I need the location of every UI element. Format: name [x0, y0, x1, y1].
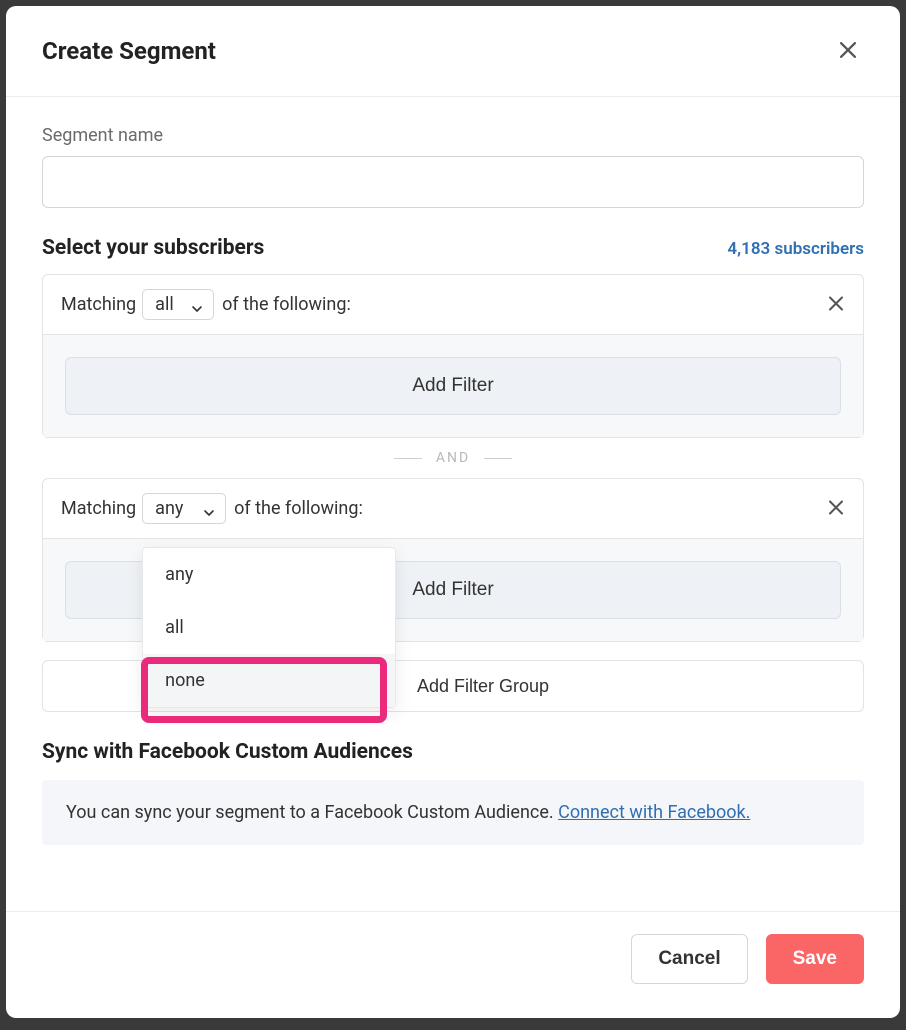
matching-select[interactable]: any — [142, 493, 226, 524]
cancel-button[interactable]: Cancel — [631, 934, 747, 984]
remove-group-icon[interactable] — [825, 493, 847, 524]
matching-select[interactable]: all — [142, 289, 214, 320]
filter-group-header: Matching any any all none of — [43, 479, 863, 538]
subscribers-section-header: Select your subscribers 4,183 subscriber… — [42, 236, 864, 260]
filter-group-header: Matching all of the following: — [43, 275, 863, 334]
divider-line-icon — [484, 458, 512, 459]
filter-group-body: Add Filter — [43, 334, 863, 437]
segment-name-input[interactable] — [42, 156, 864, 208]
modal-title: Create Segment — [42, 37, 216, 65]
create-segment-modal: Create Segment Segment name Select your … — [6, 6, 900, 1018]
matching-dropdown: any all none — [142, 547, 396, 708]
subscribers-count[interactable]: 4,183 subscribers — [727, 239, 864, 259]
segment-name-label: Segment name — [42, 125, 864, 146]
divider-line-icon — [394, 458, 422, 459]
modal-footer: Cancel Save — [6, 911, 900, 1018]
dropdown-option-all[interactable]: all — [143, 601, 395, 654]
matching-label: Matching — [61, 498, 136, 519]
chevron-down-icon — [203, 503, 215, 515]
following-label: of the following: — [222, 294, 351, 315]
connect-facebook-link[interactable]: Connect with Facebook. — [558, 802, 750, 823]
close-icon[interactable] — [832, 34, 864, 68]
matching-select-value: any — [155, 498, 183, 519]
sync-title: Sync with Facebook Custom Audiences — [42, 740, 864, 764]
dropdown-option-any[interactable]: any — [143, 548, 395, 601]
modal-body: Segment name Select your subscribers 4,1… — [6, 97, 900, 911]
sync-box: You can sync your segment to a Facebook … — [42, 780, 864, 845]
following-label: of the following: — [234, 498, 363, 519]
dropdown-option-none[interactable]: none — [143, 654, 395, 707]
add-filter-button[interactable]: Add Filter — [65, 357, 841, 415]
add-filter-group-label: Add Filter Group — [417, 676, 549, 696]
subscribers-title: Select your subscribers — [42, 236, 264, 260]
modal-header: Create Segment — [6, 6, 900, 97]
sync-text: You can sync your segment to a Facebook … — [66, 802, 558, 823]
matching-label: Matching — [61, 294, 136, 315]
and-divider: AND — [42, 438, 864, 478]
matching-select-value: all — [155, 294, 174, 315]
chevron-down-icon — [191, 299, 203, 311]
filter-group: Matching all of the following: Add Filte… — [42, 274, 864, 438]
filter-group: Matching any any all none of — [42, 478, 864, 642]
save-button[interactable]: Save — [766, 934, 864, 984]
remove-group-icon[interactable] — [825, 289, 847, 320]
and-label: AND — [436, 450, 470, 466]
